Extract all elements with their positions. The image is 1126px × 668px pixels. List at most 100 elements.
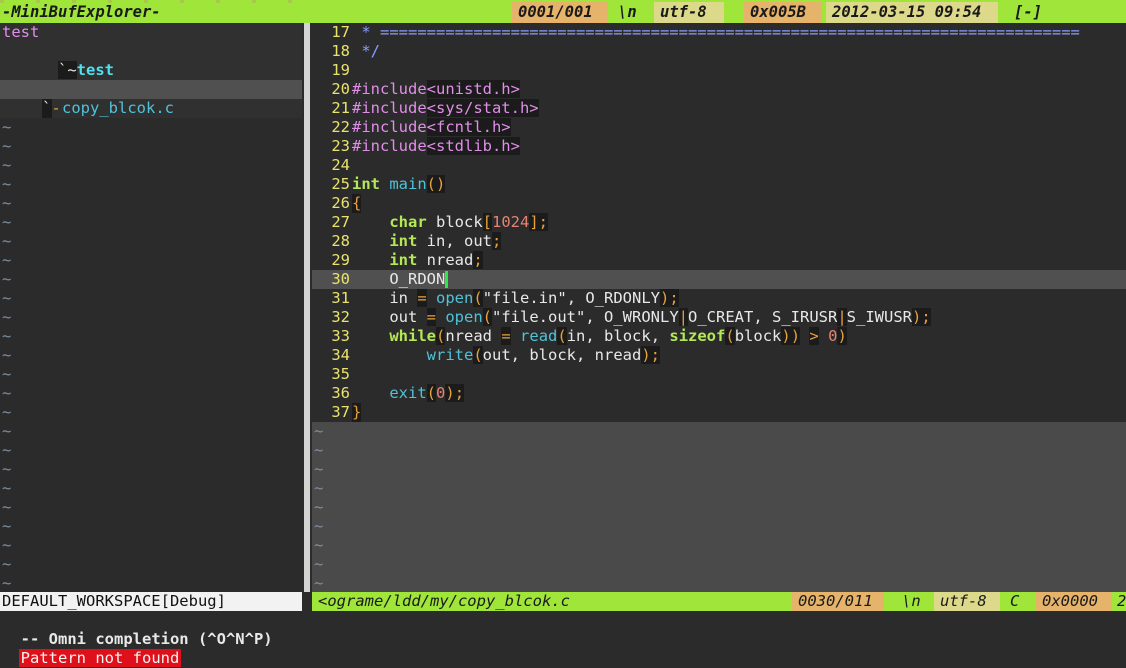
line-number: 25 — [331, 175, 350, 193]
empty-line-tilde: ~ — [2, 479, 12, 497]
line-number: 31 — [331, 289, 350, 307]
vertical-split-separator[interactable] — [302, 23, 312, 592]
project-tree-pane: test `~test `~src |-copy_blcok.c ` ~~~~~… — [0, 23, 302, 592]
empty-line-tilde: ~ — [2, 213, 12, 231]
include-target: <unistd.h> — [426, 80, 520, 98]
empty-line-tilde: ~ — [2, 574, 12, 592]
line-number: 36 — [331, 384, 350, 402]
line-number: 27 — [331, 213, 350, 231]
tree-item-copy-blcok[interactable]: |-copy_blcok.c — [0, 80, 302, 117]
project-tree: test `~test `~src |-copy_blcok.c ` — [0, 23, 302, 118]
empty-line-tilde: ~ — [2, 441, 12, 459]
line-number: 21 — [331, 99, 350, 117]
line-number: 33 — [331, 327, 350, 345]
code-line: char block[1024]; — [389, 213, 549, 231]
code-editor-pane[interactable]: 17 * ===================================… — [312, 23, 1126, 592]
empty-line-tilde: ~ — [314, 574, 324, 592]
file-path: <ograme/ldd/my/copy_blcok.c — [318, 592, 570, 610]
empty-line-tilde: ~ — [2, 365, 12, 383]
preproc-directive: #include — [352, 137, 427, 155]
current-line-text: O_RDON — [352, 270, 446, 288]
empty-line-tilde: ~ — [314, 422, 324, 440]
code-line: int in, out; — [389, 232, 502, 250]
code-line: out = open("file.out", O_WRONLY|O_CREAT,… — [352, 308, 931, 326]
line-number: 29 — [331, 251, 350, 269]
include-target: <fcntl.h> — [426, 118, 511, 136]
empty-line-tilde: ~ — [2, 232, 12, 250]
line-number: 23 — [331, 137, 350, 155]
tree-item-src[interactable]: `~src — [22, 61, 125, 98]
line-number: 32 — [331, 308, 350, 326]
empty-line-tilde: ~ — [2, 308, 12, 326]
line-number: 26 — [331, 194, 350, 212]
preproc-directive: #include — [352, 118, 427, 136]
preproc-directive: #include — [352, 99, 427, 117]
code-line: exit(0); — [389, 384, 465, 402]
line-number: 35 — [331, 365, 350, 383]
empty-line-tilde: ~ — [2, 270, 12, 288]
include-target: <stdlib.h> — [426, 137, 520, 155]
code-line: #include<unistd.h> — [352, 80, 520, 99]
project-root-label: test — [2, 23, 40, 41]
line-number: 19 — [331, 61, 350, 79]
code-area[interactable]: 17 * ===================================… — [312, 23, 1126, 422]
workspace-statusline: DEFAULT_WORKSPACE[Debug] — [0, 592, 302, 611]
line-number: 20 — [331, 80, 350, 98]
file-encoding: utf-8 — [654, 2, 724, 23]
empty-line-tilde: ~ — [314, 479, 324, 497]
empty-line-tilde: ~ — [2, 251, 12, 269]
command-line[interactable]: -- Omni completion (^O^N^P) Pattern not … — [0, 611, 1126, 667]
line-number: 17 — [331, 23, 350, 41]
char-code: 0x005B — [744, 2, 822, 23]
code-line: int nread; — [389, 251, 483, 269]
code-line: #include<stdlib.h> — [352, 137, 520, 156]
mode-message: -- Omni completion (^O^N^P) — [20, 630, 273, 648]
buffer-flags: [-] — [1014, 3, 1042, 21]
code-line: } — [352, 403, 362, 422]
tree-end-marker: ` — [42, 99, 52, 118]
empty-line-tilde: ~ — [2, 118, 12, 136]
text-cursor — [445, 271, 449, 288]
line-number: 18 — [331, 42, 350, 60]
error-message: Pattern not found — [18, 649, 182, 667]
tree-item-label: copy_blcok.c — [62, 99, 174, 117]
filetype: C — [1010, 592, 1020, 610]
line-number: 22 — [331, 118, 350, 136]
empty-line-tilde: ~ — [2, 384, 12, 402]
empty-line-tilde: ~ — [2, 555, 12, 573]
empty-line-tilde: ~ — [2, 194, 12, 212]
empty-line-tilde: ~ — [314, 441, 324, 459]
code-line: while(nread = read(in, block, sizeof(blo… — [389, 327, 847, 345]
empty-line-tilde: ~ — [314, 555, 324, 573]
code-line: write(out, block, nread); — [426, 346, 660, 364]
empty-line-tilde: ~ — [314, 460, 324, 478]
file-encoding: utf-8 — [934, 592, 1000, 611]
file-statusline: <ograme/ldd/my/copy_blcok.c 0030/011 \n … — [312, 592, 1126, 611]
empty-line-tilde: ~ — [314, 517, 324, 535]
buffer-position: 0001/001 — [512, 2, 608, 23]
empty-line-tilde: ~ — [2, 175, 12, 193]
empty-line-tilde: ~ — [2, 289, 12, 307]
empty-line-tilde: ~ — [2, 327, 12, 345]
char-code: 0x0000 — [1036, 592, 1112, 611]
code-line: int main() — [352, 175, 446, 193]
line-ending: \n — [618, 3, 637, 21]
tree-item-test[interactable]: `~test — [2, 42, 114, 79]
empty-line-tilde: ~ — [2, 460, 12, 478]
code-line-current: O_RDON — [352, 270, 449, 289]
minibufexplorer-statusbar: -MiniBufExplorer- 0001/001 \n utf-8 0x00… — [0, 0, 1126, 23]
preproc-directive: #include — [352, 80, 427, 98]
include-target: <sys/stat.h> — [426, 99, 539, 117]
cursor-position: 0030/011 — [792, 592, 884, 611]
empty-line-tilde: ~ — [2, 536, 12, 554]
minibuf-title: -MiniBufExplorer- — [2, 3, 161, 21]
empty-line-tilde: ~ — [2, 517, 12, 535]
code-line: { — [352, 194, 362, 213]
empty-line-tilde: ~ — [2, 422, 12, 440]
code-line: #include<sys/stat.h> — [352, 99, 539, 118]
status-tail: 2 — [1117, 592, 1126, 610]
line-number: 30 — [331, 270, 350, 288]
empty-line-tilde: ~ — [2, 137, 12, 155]
empty-line-tilde: ~ — [314, 536, 324, 554]
line-number: 28 — [331, 232, 350, 250]
